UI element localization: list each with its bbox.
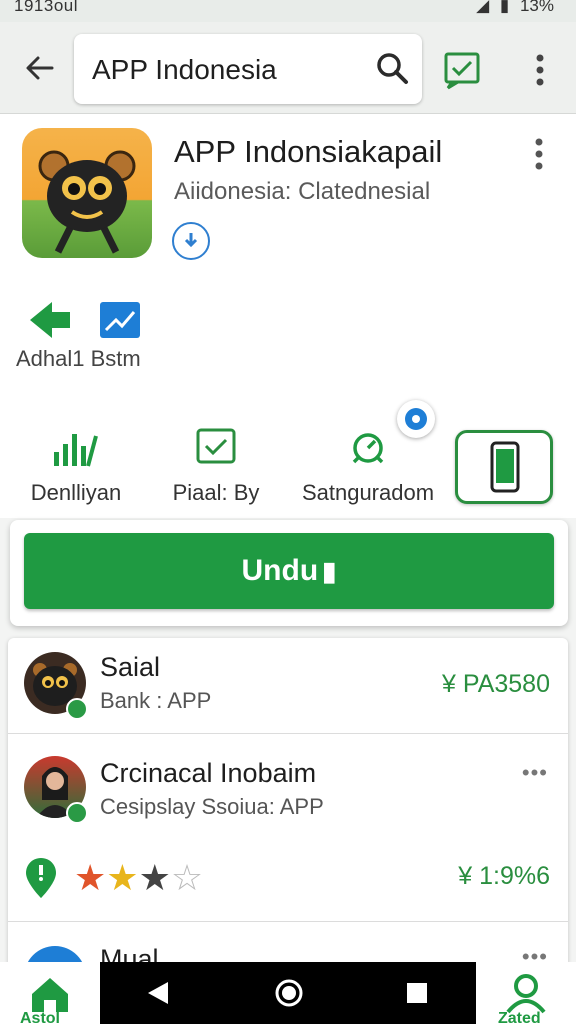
nav-recents-icon[interactable]	[406, 982, 428, 1004]
search-field[interactable]: APP Indonesia	[74, 34, 422, 104]
status-text: 1913oul	[14, 0, 79, 15]
search-query[interactable]: APP Indonesia	[92, 54, 277, 86]
item-title: Crcinacal Inobaim	[100, 758, 317, 788]
target-icon	[352, 433, 384, 464]
arrow-tag-icon	[30, 302, 70, 338]
feature-label: Piaal: By	[172, 480, 260, 505]
install-button[interactable]: Undu ▮	[24, 533, 554, 609]
nav-back-icon[interactable]	[146, 980, 170, 1006]
nav-home-label[interactable]: Astol	[20, 1010, 60, 1024]
top-app-bar: APP Indonesia	[0, 22, 576, 114]
checkbox-icon	[196, 428, 236, 464]
lock-icon: ▮	[322, 555, 337, 586]
more-horiz-icon[interactable]: •••	[522, 760, 548, 786]
app-subtitle: Aiidonesia: Clatednesial	[174, 178, 431, 205]
search-icon[interactable]	[374, 50, 410, 86]
list-item[interactable]: Crcinacal Inobaim Cesipslay Ssoiua: APP …	[8, 734, 568, 922]
star-empty-icon: ☆	[170, 857, 204, 898]
notification-dot[interactable]	[397, 400, 435, 438]
status-bar: 1913oul ◢ ▮ 13%	[0, 0, 576, 22]
download-icon	[184, 233, 198, 248]
signal-icon: ◢	[476, 0, 490, 15]
app-icon[interactable]	[22, 128, 152, 258]
app-title: APP Indonsiakapail	[174, 134, 443, 169]
status-right: ◢ ▮ 13%	[470, 0, 554, 16]
install-label: Undu	[241, 554, 319, 587]
download-mini-icon	[66, 802, 88, 824]
check-message-icon[interactable]	[440, 48, 484, 92]
bar-chart-icon	[54, 434, 98, 467]
more-vert-icon[interactable]	[520, 48, 560, 92]
back-button[interactable]	[18, 46, 62, 90]
nav-home-circle-icon[interactable]	[274, 978, 304, 1008]
system-nav-bar	[100, 962, 476, 1024]
back-arrow-icon	[26, 56, 54, 80]
feature-row: Denlliyan Piaal: By Satnguradom	[0, 394, 576, 518]
phone-icon	[490, 441, 520, 493]
download-mini-icon	[66, 698, 88, 720]
map-pin-icon	[24, 856, 58, 905]
record-icon	[405, 408, 427, 430]
star-icon: ★	[74, 857, 107, 898]
star-icon: ★	[138, 857, 171, 898]
related-apps-list: Saial Bank : APP ¥ PA3580 Crcinacal Inob…	[8, 638, 568, 968]
install-card: Undu ▮	[10, 520, 568, 626]
item-subtitle: Bank : APP	[100, 688, 212, 713]
verified-badge	[172, 222, 210, 260]
item-title: Saial	[100, 652, 161, 682]
device-button[interactable]	[455, 430, 553, 504]
rating-stars: ★★★☆	[74, 860, 203, 896]
app-more-icon[interactable]	[524, 134, 554, 174]
list-item[interactable]: Saial Bank : APP ¥ PA3580	[8, 638, 568, 734]
app-header: APP Indonsiakapail Aiidonesia: Clatednes…	[0, 114, 576, 284]
feature-label: Satnguradom	[301, 480, 435, 505]
battery-level: 13%	[519, 0, 554, 15]
app-stats: Adhal1 Bstm	[0, 284, 576, 394]
trend-chart-icon	[100, 302, 140, 338]
battery-icon: ▮	[499, 0, 510, 15]
item-subtitle: Cesipslay Ssoiua: APP	[100, 794, 324, 819]
mascot-icon	[38, 150, 136, 254]
nav-profile-label[interactable]: Zated	[498, 1010, 541, 1024]
item-price: ¥ 1:9%6	[458, 862, 550, 890]
feature-label: Denlliyan	[30, 480, 122, 505]
item-price: ¥ PA3580	[442, 670, 550, 698]
star-icon: ★	[106, 857, 139, 898]
stats-label: Adhal1 Bstm	[16, 346, 141, 371]
